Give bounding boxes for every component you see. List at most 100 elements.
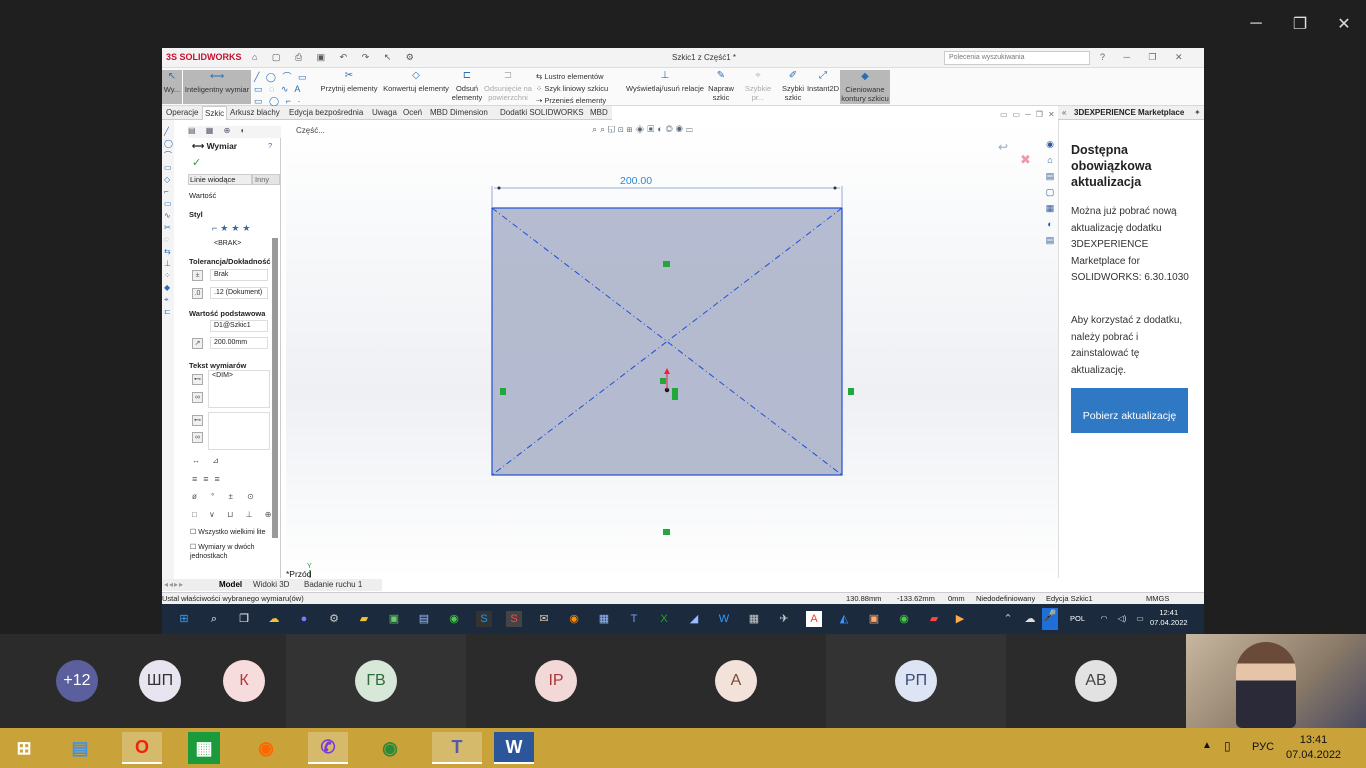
tab-mbd[interactable]: MBD (590, 108, 608, 117)
inner-mic-icon[interactable]: 🎤 (1042, 608, 1058, 630)
dim-text-upper[interactable]: <DIM> (208, 370, 270, 408)
inner-app-icon-6[interactable]: ◢ (686, 611, 702, 627)
participant-avatar[interactable]: К (223, 660, 265, 702)
ribbon-relations-button[interactable]: ⊥ Wyświetlaj/usuń relacje (624, 70, 706, 93)
chrome-icon[interactable]: ◉ (370, 732, 410, 764)
ok-icon[interactable]: ✓ (192, 156, 201, 169)
uppercase-checkbox[interactable]: ☐ Wszystko wielkimi lite (190, 528, 266, 536)
viewport-window-controls[interactable]: ▭▭─❐✕ (1000, 110, 1060, 119)
ribbon-linear-pattern-button[interactable]: ⁘ Szyk liniowy szkicu (536, 83, 608, 95)
inner-tray-chevron-icon[interactable]: ⌃ (1000, 611, 1016, 627)
teams-icon[interactable]: T (432, 732, 482, 764)
tray-chevron-icon[interactable]: ▲ (1202, 740, 1212, 751)
section-value[interactable]: Wartość (189, 191, 216, 200)
taskpane-tab-icon-strip[interactable]: ◉ ⌂ ▤ ▢ ▦ ◐ ▤ (1042, 136, 1058, 248)
minimize-button[interactable]: ─ (1242, 10, 1270, 38)
inner-volume-icon[interactable]: ◁) (1114, 611, 1130, 627)
text-format-icons[interactable]: ↔ ⊿ (192, 456, 224, 465)
ribbon-offset-button[interactable]: ⊏ Odsuń elementy (450, 70, 484, 102)
ribbon-convert-button[interactable]: ◇ Konwertuj elementy (382, 70, 450, 93)
participant-avatar[interactable]: ІР (535, 660, 577, 702)
inner-search-icon[interactable]: ⌕ (206, 611, 222, 627)
taskpane-tab-icons[interactable]: ◉ ⌂ ▤ ▢ ▦ ◐ ▤ (1042, 136, 1058, 246)
pin-icon[interactable]: ✦ (1194, 108, 1201, 117)
inner-wifi-icon[interactable]: ◠ (1096, 611, 1112, 627)
tab-operacje[interactable]: Operacje (166, 108, 198, 117)
inner-app-icon-4[interactable]: ✉ (536, 611, 552, 627)
inner-app-icon-7[interactable]: ✈ (776, 611, 792, 627)
help-icon[interactable]: ? (268, 141, 272, 150)
quick-access-toolbar[interactable]: ⌂ ▢ ⎙ ▣ ↶ ↷ ↖ ⚙ (252, 52, 420, 63)
tab-arkusz-blachy[interactable]: Arkusz blachy (230, 108, 280, 117)
viber-icon[interactable]: ✆ (308, 732, 348, 764)
inner-weather-icon[interactable]: ☁ (266, 611, 282, 627)
ribbon-mirror-button[interactable]: ⇆ Lustro elementów (536, 71, 608, 83)
ribbon-instant2d-button[interactable]: ⤢ Instant2D (806, 70, 840, 93)
inner-app-icon-1[interactable]: ● (296, 611, 312, 627)
status-units[interactable]: MMGS (1146, 594, 1169, 603)
dimension-value[interactable]: 200.00 (620, 175, 652, 187)
inner-chrome-icon[interactable]: ◉ (446, 611, 462, 627)
inner-app-icon-2[interactable]: ▣ (386, 611, 402, 627)
ribbon-shaded-contours-button[interactable]: ◆ Cieniowane kontury szkicu (840, 70, 890, 104)
ribbon-exit-sketch-button[interactable]: ↖ Wy... (162, 70, 182, 104)
symbol-icons-2[interactable]: □ ∨ ⊔ ⊥ ⊕ (192, 510, 277, 519)
primary-name-field[interactable]: D1@Szkic1 (210, 320, 268, 332)
subtab-leaders[interactable]: Linie wiodące (188, 174, 252, 185)
tab-model[interactable]: Model (219, 580, 242, 589)
tab-ocen[interactable]: Oceń (403, 108, 422, 117)
inner-battery-icon[interactable]: ▭ (1132, 611, 1148, 627)
participant-overflow-avatar[interactable]: +12 (56, 660, 98, 702)
inner-app-icon-10[interactable]: ◉ (896, 611, 912, 627)
inner-language[interactable]: POL (1070, 614, 1085, 623)
subtab-other[interactable]: Inny (252, 174, 280, 185)
taskbar-clock[interactable]: 13:41 07.04.2022 (1286, 733, 1341, 763)
precision-select[interactable]: .12 (Dokument) (210, 287, 268, 299)
inner-app-icon-5[interactable]: ▦ (596, 611, 612, 627)
tab-3d-views[interactable]: Widoki 3D (253, 580, 289, 589)
self-video-tile[interactable] (1186, 634, 1366, 728)
close-button[interactable]: ✕ (1330, 10, 1358, 38)
ribbon-surface-offset-button[interactable]: ⊐ Odsunięcie na powierzchni (484, 70, 532, 102)
inner-cloud-icon[interactable]: ☁ (1022, 611, 1038, 627)
tab-dodatki[interactable]: Dodatki SOLIDWORKS (500, 108, 584, 117)
relation-horizontal-top-icon[interactable] (663, 261, 670, 267)
inner-excel-icon[interactable]: X (656, 611, 672, 627)
section-dim-text[interactable]: Tekst wymiarów (189, 361, 246, 370)
tab-scroll-arrows[interactable]: ◂◂▸▸ (164, 580, 184, 589)
file-explorer-icon[interactable]: ▤ (60, 732, 100, 764)
inner-settings-icon[interactable]: ⚙ (326, 611, 342, 627)
tab-edycja-bezposrednia[interactable]: Edycja bezpośrednia (289, 108, 363, 117)
inner-calculator-icon[interactable]: ▦ (746, 611, 762, 627)
download-update-button[interactable]: Pobierz aktualizację (1071, 388, 1188, 433)
sw-window-controls[interactable]: ? ─ ❐ ✕ (1100, 52, 1191, 63)
manager-tabs[interactable]: ▤ ▦ ⊕ ◐ (188, 126, 281, 138)
tab-uwaga[interactable]: Uwaga (372, 108, 397, 117)
ribbon-trim-button[interactable]: ✂ Przytnij elementy (318, 70, 380, 93)
style-value[interactable]: <BRAK> (214, 240, 241, 247)
section-primary-value[interactable]: Wartość podstawowa (189, 309, 265, 318)
opera-icon[interactable]: O (122, 732, 162, 764)
relation-horizontal-bottom-icon[interactable] (663, 529, 670, 535)
sketch-toolbar-icons[interactable]: ╱ ◯ ⌒ ▭ ◇ ⌐ ▭ ∿ ✂ ◌ ⇆ ⊥ ⁘ ◆ ⌖ ⊏ (164, 126, 174, 318)
dim-text-lower[interactable] (208, 412, 270, 450)
store-icon[interactable]: ▦ (188, 732, 220, 764)
ribbon-quick-snaps-button[interactable]: ⌖ Szybkie pr... (738, 70, 778, 102)
inner-start-icon[interactable]: ⊞ (176, 611, 192, 627)
sketch-entity-tools[interactable]: ╱ ◯ ⌒ ▭ ▭ ◌ ∿ A ▭ ◯ ⌐ · (254, 71, 309, 107)
inner-app-icon-8[interactable]: ◭ (836, 611, 852, 627)
dual-units-checkbox[interactable]: ☐ Wymiary w dwóch jednostkach (190, 543, 274, 561)
section-tolerance[interactable]: Tolerancja/Dokładność (189, 257, 271, 266)
command-search-input[interactable]: Polecenia wyszukiwania (944, 51, 1090, 65)
inner-solidworks-icon[interactable]: S (506, 611, 522, 627)
inner-firefox-icon[interactable]: ◉ (566, 611, 582, 627)
relation-vertical-left-icon[interactable] (500, 388, 506, 395)
inner-skype-icon[interactable]: S (476, 611, 492, 627)
participant-avatar[interactable]: АВ (1075, 660, 1117, 702)
inner-clock[interactable]: 12:41 07.04.2022 (1150, 608, 1188, 628)
inner-acrobat-icon[interactable]: A (806, 611, 822, 627)
participant-avatar[interactable]: ГВ (355, 660, 397, 702)
pm-scrollbar[interactable] (272, 238, 278, 538)
tab-szkic[interactable]: Szkic (202, 106, 228, 120)
participant-avatar[interactable]: РП (895, 660, 937, 702)
